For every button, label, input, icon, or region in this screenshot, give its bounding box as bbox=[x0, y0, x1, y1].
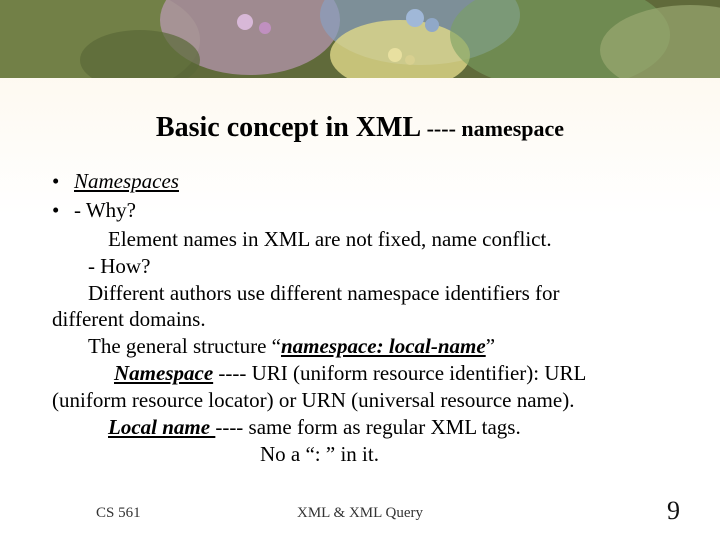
line-7-b: namespace: local-name bbox=[281, 334, 486, 358]
slide-number: 9 bbox=[667, 496, 680, 526]
title-main: Basic concept in XML bbox=[156, 112, 427, 143]
line-9: (uniform resource locator) or URN (unive… bbox=[52, 387, 680, 414]
title-sub: ---- namespace bbox=[427, 116, 564, 141]
line-11: No a “: ” in it. bbox=[52, 441, 680, 468]
line-7: The general structure “namespace: local-… bbox=[52, 333, 680, 360]
bullet-1: Namespaces bbox=[52, 168, 680, 195]
bullet-2: - Why? bbox=[52, 197, 680, 224]
decorative-banner bbox=[0, 0, 720, 78]
line-8-b: ---- URI (uniform resource identifier): … bbox=[213, 361, 586, 385]
line-10: Local name ---- same form as regular XML… bbox=[52, 414, 680, 441]
bullet-2-text: - Why? bbox=[74, 198, 136, 222]
line-5: Different authors use different namespac… bbox=[52, 280, 680, 307]
line-7-a: The general structure “ bbox=[52, 334, 281, 358]
footer-center: XML & XML Query bbox=[0, 505, 720, 522]
slide-title: Basic concept in XML ---- namespace bbox=[0, 112, 720, 144]
line-4: - How? bbox=[52, 253, 680, 280]
slide-body: Namespaces - Why? Element names in XML a… bbox=[52, 168, 680, 468]
line-3: Element names in XML are not fixed, name… bbox=[52, 226, 680, 253]
line-6: different domains. bbox=[52, 306, 680, 333]
line-8: Namespace ---- URI (uniform resource ide… bbox=[52, 360, 680, 387]
line-8-a: Namespace bbox=[52, 361, 213, 385]
line-10-a: Local name bbox=[52, 415, 215, 439]
line-10-b: ---- same form as regular XML tags. bbox=[215, 415, 520, 439]
line-7-c: ” bbox=[486, 334, 495, 358]
bullet-1-text: Namespaces bbox=[74, 169, 179, 193]
